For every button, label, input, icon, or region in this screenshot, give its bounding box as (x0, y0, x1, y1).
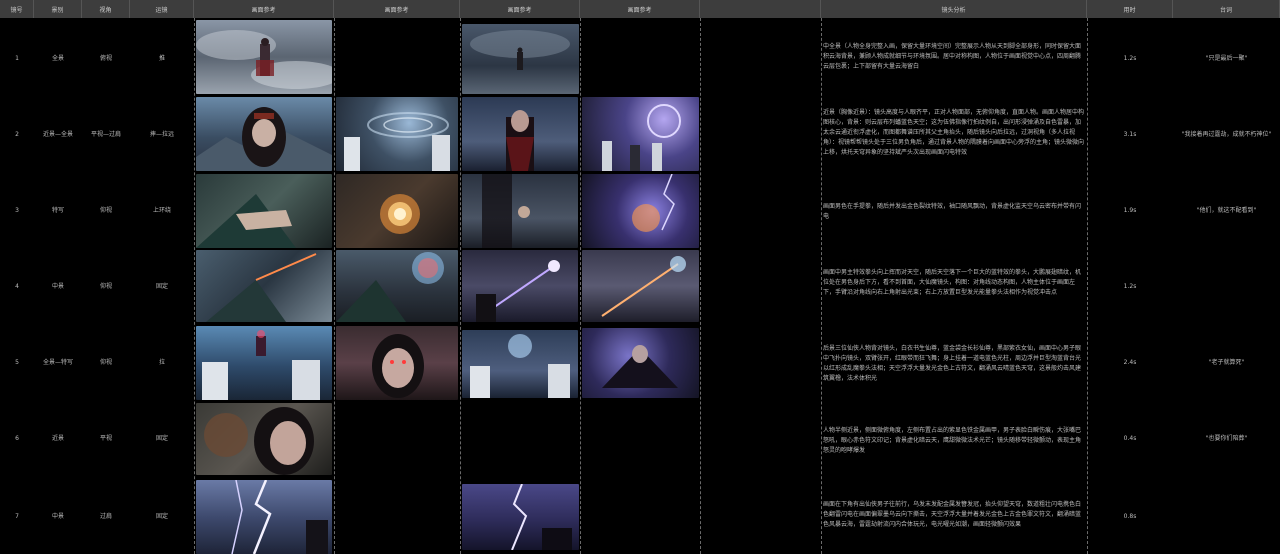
reference-image (196, 97, 332, 171)
dialogue (1173, 478, 1280, 554)
duration: 1.2s (1123, 282, 1137, 290)
reference-image (336, 174, 458, 248)
shot-size: 中景 (51, 282, 64, 290)
reference-image (582, 328, 699, 398)
shot-analysis: 画面中男主特效拳头向上挥而对天空，随后天空落下一个巨大的蓝特效的拳头，大鹏展翅暗… (823, 269, 1082, 296)
header-duration: 用时 (1087, 0, 1173, 18)
camera-move: 摔—拉远 (149, 130, 174, 138)
reference-image (336, 250, 458, 322)
reference-image (462, 484, 579, 550)
header-dialogue: 台词 (1173, 0, 1280, 18)
camera-angle: 仰视 (99, 358, 112, 366)
shot-number: 6 (15, 434, 19, 442)
shot-analysis: 中全景（人物全身完整入画，保留大量环境空间）完整展示人物从天到脚全部身形，同时保… (823, 43, 1082, 70)
dialogue: "我接着再过霆劫，成就不朽神位" (1181, 130, 1272, 138)
header-shot-size: 景别 (34, 0, 82, 18)
dialogue: "老子就算死" (1208, 358, 1245, 366)
header-empty (700, 0, 821, 18)
reference-image (196, 250, 332, 322)
reference-image (336, 97, 458, 171)
reference-image (582, 97, 699, 171)
camera-angle: 仰视 (99, 206, 112, 214)
reference-image (462, 174, 578, 248)
camera-move: 推 (158, 54, 165, 62)
reference-image (196, 174, 332, 248)
dialogue: "也要你们陪葬" (1205, 434, 1248, 442)
camera-angle: 平视—过肩 (90, 130, 121, 138)
duration: 0.4s (1123, 434, 1137, 442)
dialogue: "他们，就这不配看到" (1196, 206, 1257, 214)
dialogue (1173, 248, 1280, 324)
camera-move: 固定 (155, 282, 168, 290)
shot-analysis: 后景三位仙侠人物背对镜头，白衣书生仙尊，蓝金袋金长衫仙尊，黑部紫衣女仙，画面中心… (823, 345, 1082, 382)
header-shot-number: 镜号 (0, 0, 34, 18)
header-analysis: 镜头分析 (821, 0, 1087, 18)
duration: 1.9s (1123, 206, 1137, 214)
shot-number: 3 (15, 206, 19, 214)
storyboard-table: 镜号 景别 视角 运镜 画面参考 画面参考 画面参考 画面参考 镜头分析 用时 … (0, 0, 1280, 554)
reference-image (336, 326, 458, 400)
camera-move: 固定 (155, 512, 168, 520)
duration: 1.2s (1123, 54, 1137, 62)
header-angle: 视角 (82, 0, 130, 18)
reference-image (196, 480, 332, 554)
shot-size: 全景—特写 (42, 358, 73, 366)
shot-size: 近景 (51, 434, 64, 442)
camera-move: 拉 (158, 358, 165, 366)
reference-image (462, 330, 578, 398)
reference-image (462, 97, 578, 171)
duration: 3.1s (1123, 130, 1137, 138)
shot-number: 2 (15, 130, 19, 138)
duration: 0.8s (1123, 512, 1137, 520)
duration: 2.4s (1123, 358, 1137, 366)
header-reference-4: 画面参考 (580, 0, 700, 18)
camera-move: 上环绕 (152, 206, 171, 214)
shot-number: 5 (15, 358, 19, 366)
camera-angle: 平视 (99, 434, 112, 442)
shot-size: 中景 (51, 512, 64, 520)
header-reference-3: 画面参考 (460, 0, 580, 18)
reference-image (196, 20, 332, 94)
reference-image (196, 403, 332, 475)
header-camera-move: 运镜 (130, 0, 194, 18)
shot-number: 1 (15, 54, 19, 62)
reference-image (462, 24, 579, 94)
camera-angle: 仰视 (99, 282, 112, 290)
reference-image (462, 250, 578, 322)
shot-analysis: 人物半侧近景，侧面微俯角度，左侧布置占出的紫显色铁金属画甲，男子表脸白瞬伤痕，大… (823, 427, 1082, 454)
camera-angle: 过肩 (99, 512, 112, 520)
shot-analysis: 近景（胸像近景）：镜头高度与人眼齐平，正对人物面部，无俯仰角度，直面人物。画面人… (823, 109, 1085, 156)
reference-image (582, 174, 699, 248)
shot-size: 全景 (51, 54, 64, 62)
camera-angle: 俯视 (99, 54, 112, 62)
dialogue: "只是最后一聚" (1205, 54, 1248, 62)
shot-number: 4 (15, 282, 19, 290)
shot-number: 7 (15, 512, 19, 520)
header-reference-2: 画面参考 (334, 0, 460, 18)
shot-analysis: 画面在下角有出仙侠男子往前行，乌发末发配金属发簪发冠，抬头仰望天穹，数道粗壮闪电… (823, 501, 1082, 528)
shot-size: 近景—全景 (42, 130, 73, 138)
shot-analysis: 画面男色在手提拳，随后并发出金色裂纹特效，袖口随风飘动，背景虚化监天空乌云密布并… (823, 203, 1082, 220)
reference-image (582, 250, 699, 322)
header-reference-1: 画面参考 (194, 0, 334, 18)
reference-image (196, 326, 332, 400)
camera-move: 固定 (155, 434, 168, 442)
shot-size: 特写 (51, 206, 64, 214)
